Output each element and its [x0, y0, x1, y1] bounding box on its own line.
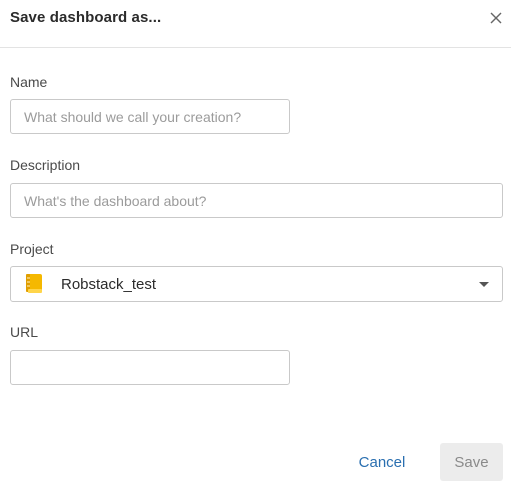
notebook-icon — [25, 274, 43, 294]
project-label: Project — [10, 241, 54, 257]
project-select[interactable]: Robstack_test — [10, 266, 503, 302]
name-input[interactable] — [10, 99, 290, 134]
project-selected-value: Robstack_test — [61, 276, 157, 293]
dialog-header: Save dashboard as... — [0, 0, 511, 48]
chevron-down-icon — [479, 282, 489, 287]
url-input[interactable] — [10, 350, 290, 385]
save-dashboard-dialog: Save dashboard as... Name Description Pr… — [0, 0, 511, 492]
description-label: Description — [10, 157, 81, 173]
dialog-title: Save dashboard as... — [10, 9, 162, 26]
description-input[interactable] — [10, 183, 503, 218]
save-button[interactable]: Save — [440, 443, 503, 481]
name-label: Name — [10, 74, 48, 90]
close-icon[interactable] — [487, 9, 505, 27]
cancel-button[interactable]: Cancel — [347, 443, 417, 481]
url-label: URL — [10, 324, 39, 340]
